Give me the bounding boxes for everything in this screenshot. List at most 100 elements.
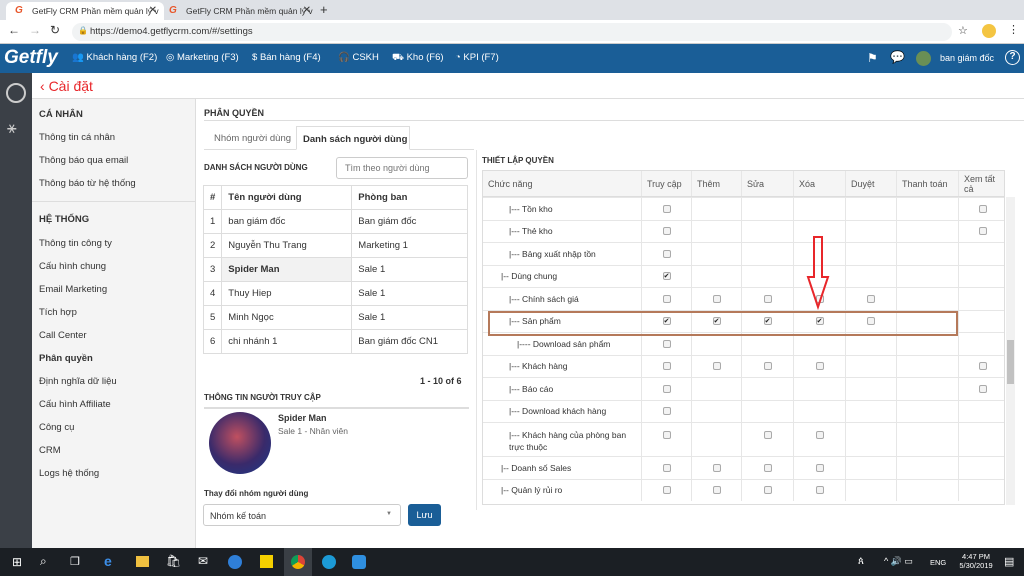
permission-checkbox-Truy cập[interactable] <box>662 463 671 472</box>
user-profile-icon[interactable] <box>6 83 26 103</box>
star-icon[interactable]: ☆ <box>958 24 968 37</box>
people-icon[interactable]: ጰ <box>858 556 864 567</box>
browser-tab-active[interactable]: G GetFly CRM Phần mềm quản lý v ✕ <box>6 2 164 20</box>
browser-tab[interactable]: G GetFly CRM Phần mềm quản lý v ✕ <box>160 2 318 20</box>
tab-user-list[interactable]: Danh sách người dùng <box>296 126 410 150</box>
sidebar-item[interactable]: Thông báo từ hệ thống <box>39 178 136 189</box>
chrome-icon[interactable] <box>291 555 305 569</box>
permission-checkbox-Thêm[interactable] <box>712 294 721 303</box>
sidebar-item[interactable]: Tích hợp <box>39 307 77 318</box>
permission-checkbox-Sửa[interactable] <box>763 463 772 472</box>
permission-checkbox-Truy cập[interactable] <box>662 249 671 258</box>
permission-checkbox-Truy cập[interactable] <box>662 204 671 213</box>
sidebar-item[interactable]: Thông tin cá nhân <box>39 132 115 143</box>
nav-cskh[interactable]: 🎧 CSKH <box>338 52 379 63</box>
sidebar-item[interactable]: CRM <box>39 445 61 456</box>
tab-user-groups[interactable]: Nhóm người dùng <box>214 133 291 144</box>
reload-icon[interactable]: ↻ <box>50 23 60 37</box>
sidebar-item[interactable]: Cấu hình Affiliate <box>39 399 111 410</box>
back-icon[interactable]: ← <box>8 23 20 37</box>
table-row[interactable]: 6 chi nhánh 1 Ban giám đốc CN1 <box>202 329 468 354</box>
permission-checkbox-Truy cập[interactable] <box>662 407 671 416</box>
user-name[interactable]: ban giám đốc <box>940 53 994 63</box>
profile-avatar[interactable] <box>982 24 996 38</box>
save-button[interactable]: Lưu <box>408 504 441 526</box>
permission-checkbox-Xóa[interactable] <box>815 486 824 495</box>
system-tray-icons[interactable]: ^ 🔊 ▭ <box>884 556 913 567</box>
user-search-input[interactable] <box>336 157 468 179</box>
group-select[interactable]: Nhóm kế toán ▼ <box>203 504 401 526</box>
scrollbar[interactable] <box>1006 197 1015 505</box>
permission-checkbox-Truy cập[interactable] <box>662 339 671 348</box>
search-icon[interactable]: ⌕ <box>40 554 47 569</box>
nav-kpi[interactable]: ◔ KPI (F7) <box>455 52 499 63</box>
permission-checkbox-Xem tất cả[interactable] <box>978 362 987 371</box>
table-row[interactable]: 5 Minh Ngọc Sale 1 <box>202 305 468 330</box>
nav-customers[interactable]: 👥 Khách hàng (F2) <box>72 52 157 63</box>
permission-checkbox-Truy cập[interactable] <box>662 362 671 371</box>
permission-checkbox-Xem tất cả[interactable] <box>978 384 987 393</box>
nav-warehouse[interactable]: ⛟ Kho (F6) <box>392 52 444 64</box>
edge-icon[interactable]: e <box>104 553 112 569</box>
store-icon[interactable]: 🛍 <box>166 554 181 568</box>
flag-icon[interactable]: ⚑ <box>867 51 878 65</box>
skype-icon[interactable] <box>322 555 336 569</box>
chat-icon[interactable]: 💬 <box>890 50 905 64</box>
permission-checkbox-Truy cập[interactable]: ✔ <box>662 272 671 281</box>
sidebar-item[interactable]: Logs hệ thống <box>39 468 99 479</box>
file-explorer-icon[interactable] <box>136 556 149 567</box>
sidebar-item[interactable]: Định nghĩa dữ liệu <box>39 376 117 387</box>
sidebar-item[interactable]: Thông báo qua email <box>39 155 128 166</box>
getfly-logo[interactable]: Getfly <box>4 47 58 69</box>
mail-icon[interactable]: ✉ <box>198 554 208 568</box>
table-row[interactable]: 3 Spider Man Sale 1 <box>202 257 468 282</box>
clock[interactable]: 4:47 PM 5/30/2019 <box>958 552 994 570</box>
sidebar-item[interactable]: Công cụ <box>39 422 74 433</box>
teamviewer-icon[interactable] <box>352 555 366 569</box>
sticky-notes-icon[interactable] <box>260 555 273 568</box>
sidebar-item[interactable]: Call Center <box>39 330 87 341</box>
network-icon[interactable]: ⚹ <box>7 120 17 138</box>
sidebar-item[interactable]: Phân quyền <box>39 353 93 364</box>
back-link[interactable]: ‹ Cài đặt <box>40 78 93 94</box>
table-row[interactable]: 4 Thuy Hiep Sale 1 <box>202 281 468 306</box>
forward-icon[interactable]: → <box>29 23 41 37</box>
menu-icon[interactable]: ⋮ <box>1008 23 1019 36</box>
table-row[interactable]: 1 ban giám đốc Ban giám đốc <box>202 209 468 234</box>
close-icon[interactable]: ✕ <box>303 5 311 16</box>
windows-start-icon[interactable]: ⊞ <box>12 555 22 569</box>
permission-checkbox-Sửa[interactable] <box>763 294 772 303</box>
permission-checkbox-Xóa[interactable] <box>815 362 824 371</box>
task-view-icon[interactable]: ❐ <box>70 555 80 568</box>
permission-checkbox-Sửa[interactable] <box>763 362 772 371</box>
permission-checkbox-Duyệt[interactable] <box>867 294 875 303</box>
permission-checkbox-Truy cập[interactable] <box>662 227 671 236</box>
permission-checkbox-Thêm[interactable] <box>712 463 721 472</box>
permission-checkbox-Truy cập[interactable] <box>662 431 671 439</box>
language-indicator[interactable]: ENG <box>930 558 946 567</box>
url-field[interactable]: 🔒 https://demo4.getflycrm.com/#/settings <box>72 23 952 41</box>
notifications-icon[interactable]: ▤ <box>1004 555 1014 568</box>
permission-checkbox-Sửa[interactable] <box>763 486 772 495</box>
sidebar-item[interactable]: Thông tin công ty <box>39 238 112 249</box>
permission-checkbox-Truy cập[interactable] <box>662 294 671 303</box>
nav-marketing[interactable]: ◎ Marketing (F3) <box>166 52 239 63</box>
permission-checkbox-Xem tất cả[interactable] <box>978 204 987 213</box>
permission-checkbox-Truy cập[interactable] <box>662 384 671 393</box>
scrollbar-thumb[interactable] <box>1007 340 1014 384</box>
close-icon[interactable]: ✕ <box>149 5 157 16</box>
help-icon[interactable]: ? <box>1005 50 1020 65</box>
permission-checkbox-Xem tất cả[interactable] <box>978 227 987 236</box>
permission-checkbox-Xóa[interactable] <box>815 431 824 439</box>
sidebar-item[interactable]: Email Marketing <box>39 284 107 295</box>
sidebar-item[interactable]: Cấu hình chung <box>39 261 106 272</box>
permission-checkbox-Sửa[interactable] <box>763 431 772 439</box>
permission-checkbox-Thêm[interactable] <box>712 486 721 495</box>
new-tab-icon[interactable]: + <box>320 2 328 17</box>
permission-checkbox-Thêm[interactable] <box>712 362 721 371</box>
permission-checkbox-Xóa[interactable] <box>815 463 824 472</box>
nav-sales[interactable]: $ Bán hàng (F4) <box>252 52 321 63</box>
app-icon[interactable] <box>228 555 242 569</box>
permission-checkbox-Truy cập[interactable] <box>662 486 671 495</box>
user-avatar[interactable] <box>916 51 931 66</box>
